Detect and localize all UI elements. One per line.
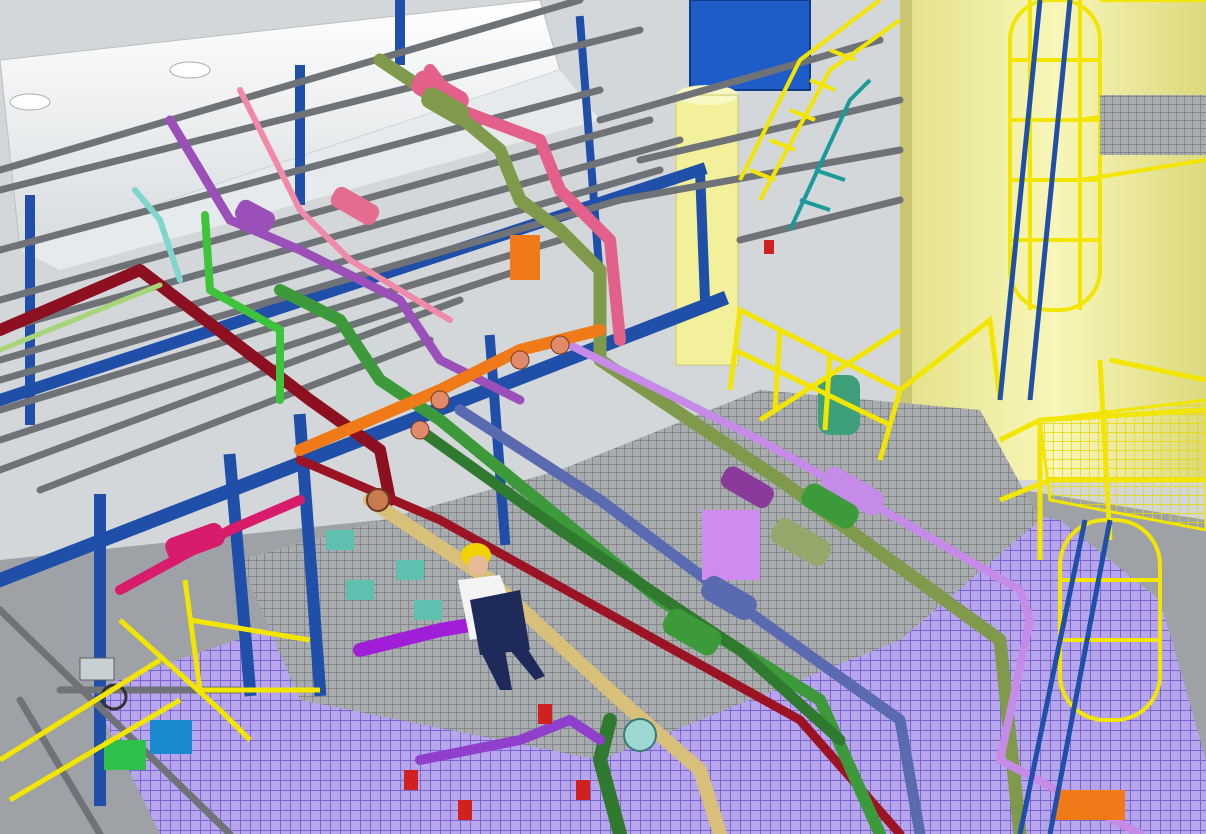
violet-box[interactable] (702, 510, 760, 580)
blue-motor-icon[interactable] (150, 720, 192, 754)
flange-icon[interactable] (510, 350, 530, 370)
teal-valve-icon[interactable] (414, 600, 442, 620)
gate-valve-icon[interactable] (79, 657, 115, 681)
teal-valve-icon[interactable] (346, 580, 374, 600)
flange-icon[interactable] (430, 390, 450, 410)
flange-icon[interactable] (366, 488, 390, 512)
flange-icon[interactable] (623, 718, 657, 752)
flange-icon[interactable] (550, 335, 570, 355)
orange-support[interactable] (1055, 790, 1125, 820)
plant-model-viewport[interactable] (0, 0, 1206, 834)
flange-icon[interactable] (410, 420, 430, 440)
orange-bracket[interactable] (510, 235, 540, 280)
teal-valve-icon[interactable] (326, 530, 354, 550)
upper-platform-grating[interactable] (1100, 95, 1206, 155)
green-pump-icon[interactable] (104, 740, 146, 770)
teal-valve-icon[interactable] (396, 560, 424, 580)
